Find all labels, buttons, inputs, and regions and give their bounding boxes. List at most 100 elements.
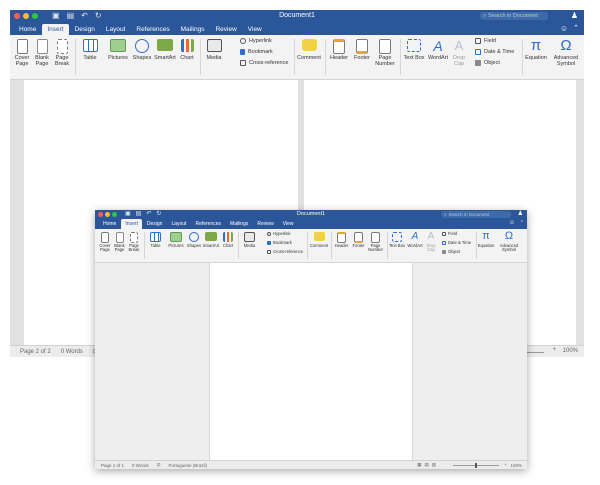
page-break-button[interactable]: Page Break bbox=[52, 39, 72, 68]
tab-home[interactable]: Home bbox=[14, 24, 41, 35]
tab-mailings[interactable]: Mailings bbox=[176, 24, 210, 35]
blank-page-button[interactable]: Blank Page bbox=[113, 232, 126, 253]
object-button[interactable]: Object bbox=[442, 249, 460, 254]
tab-view[interactable]: View bbox=[279, 219, 298, 229]
comment-icon bbox=[301, 39, 317, 51]
page-count[interactable]: Page 1 of 1 bbox=[101, 463, 124, 468]
cover-page-button[interactable]: Cover Page bbox=[12, 39, 32, 68]
zoom-in-icon[interactable]: + bbox=[504, 462, 507, 467]
object-button[interactable]: Object bbox=[475, 60, 500, 66]
equation-button[interactable]: π Equation bbox=[477, 231, 495, 248]
blank-page-button[interactable]: Blank Page bbox=[34, 39, 50, 68]
footer-button[interactable]: Footer bbox=[350, 232, 367, 248]
view-mode-icons[interactable]: ▦▤▥ bbox=[417, 462, 439, 468]
chart-icon bbox=[180, 39, 194, 52]
user-icon[interactable]: ♟ bbox=[571, 11, 578, 20]
smartart-button[interactable]: SmartArt bbox=[202, 232, 220, 248]
field-button[interactable]: Field bbox=[442, 231, 457, 236]
search-input[interactable]: ⌕ Search in Document bbox=[441, 211, 511, 218]
date-time-button[interactable]: Date & Time bbox=[442, 240, 471, 245]
hyperlink-button[interactable]: Hyperlink bbox=[240, 38, 272, 44]
collapse-ribbon-icon[interactable]: ⌃ bbox=[573, 24, 579, 32]
document-page[interactable] bbox=[209, 263, 413, 460]
page-count[interactable]: Page 2 of 2 bbox=[20, 349, 51, 355]
collapse-ribbon-icon[interactable]: ⌃ bbox=[520, 220, 524, 226]
page-number-button[interactable]: Page Number bbox=[367, 232, 384, 253]
table-button[interactable]: Table bbox=[80, 39, 100, 62]
ribbon-separator bbox=[522, 39, 523, 75]
ribbon-separator bbox=[325, 39, 326, 75]
equation-button[interactable]: π Equation bbox=[524, 38, 548, 62]
word-count[interactable]: 0 Words bbox=[132, 463, 149, 468]
settings-icon[interactable]: ☺ bbox=[560, 24, 568, 33]
wordart-button[interactable]: A WordArt bbox=[426, 39, 450, 62]
shapes-button[interactable]: Shapes bbox=[131, 39, 153, 62]
settings-icon[interactable]: ☺ bbox=[509, 220, 515, 226]
user-icon[interactable]: ♟ bbox=[518, 210, 523, 217]
hyperlink-icon bbox=[240, 38, 246, 44]
wordart-button[interactable]: A WordArt bbox=[406, 232, 424, 248]
bookmark-button[interactable]: Bookmark bbox=[240, 49, 273, 55]
wordart-icon: A bbox=[411, 231, 419, 242]
media-button[interactable]: Media bbox=[204, 39, 224, 62]
comment-button[interactable]: Comment bbox=[296, 39, 322, 62]
advanced-symbol-button[interactable]: Ω Advanced Symbol bbox=[496, 231, 522, 253]
tab-layout[interactable]: Layout bbox=[101, 24, 131, 35]
zoom-slider-thumb[interactable] bbox=[475, 463, 477, 468]
table-button[interactable]: Table bbox=[148, 232, 163, 248]
page-number-icon bbox=[379, 39, 391, 54]
header-button[interactable]: Header bbox=[328, 39, 350, 62]
tab-review[interactable]: Review bbox=[253, 219, 277, 229]
drop-cap-icon: A bbox=[427, 231, 435, 242]
tab-layout[interactable]: Layout bbox=[167, 219, 190, 229]
cover-page-icon bbox=[101, 232, 109, 243]
bookmark-button[interactable]: Bookmark bbox=[267, 240, 292, 245]
tab-mailings[interactable]: Mailings bbox=[226, 219, 252, 229]
tab-references[interactable]: References bbox=[191, 219, 225, 229]
word-count[interactable]: 0 Words bbox=[61, 349, 83, 355]
tab-review[interactable]: Review bbox=[210, 24, 241, 35]
header-button[interactable]: Header bbox=[333, 232, 350, 248]
omega-icon: Ω bbox=[504, 230, 514, 242]
comment-button[interactable]: Comment bbox=[309, 232, 329, 248]
text-box-button[interactable]: Text Box bbox=[388, 232, 406, 248]
page-number-button[interactable]: Page Number bbox=[374, 39, 396, 68]
pictures-button[interactable]: Pictures bbox=[106, 39, 130, 62]
chart-button[interactable]: Chart bbox=[221, 232, 235, 248]
proofing-icon[interactable]: ⊡ bbox=[157, 462, 161, 468]
cross-reference-button[interactable]: Cross-reference bbox=[240, 60, 288, 66]
shapes-button[interactable]: Shapes bbox=[186, 232, 202, 248]
zoom-in-icon[interactable]: + bbox=[552, 347, 556, 353]
smartart-button[interactable]: SmartArt bbox=[153, 39, 177, 62]
zoom-level[interactable]: 100% bbox=[510, 463, 522, 468]
page-break-button[interactable]: Page Break bbox=[127, 232, 141, 253]
hyperlink-icon bbox=[267, 231, 271, 236]
cover-page-button[interactable]: Cover Page bbox=[98, 232, 112, 253]
tab-view[interactable]: View bbox=[243, 24, 267, 35]
tab-insert[interactable]: Insert bbox=[42, 24, 69, 35]
pictures-button[interactable]: Pictures bbox=[167, 232, 185, 248]
drop-cap-button[interactable]: A Drop Cap bbox=[424, 232, 438, 253]
tab-references[interactable]: References bbox=[131, 24, 174, 35]
cross-reference-button[interactable]: Cross-reference bbox=[267, 249, 303, 254]
shapes-icon bbox=[189, 232, 199, 242]
calendar-icon bbox=[475, 49, 481, 55]
footer-button[interactable]: Footer bbox=[351, 39, 373, 62]
text-box-button[interactable]: Text Box bbox=[402, 39, 426, 62]
search-input[interactable]: ⌕ Search in Document bbox=[480, 12, 548, 20]
language-indicator[interactable]: Portuguese (Brazil) bbox=[169, 463, 208, 468]
tab-home[interactable]: Home bbox=[99, 219, 120, 229]
tab-design[interactable]: Design bbox=[70, 24, 100, 35]
hyperlink-button[interactable]: Hyperlink bbox=[267, 231, 290, 236]
advanced-symbol-button[interactable]: Ω Advanced Symbol bbox=[550, 38, 582, 68]
zoom-level[interactable]: 100% bbox=[563, 348, 578, 354]
media-button[interactable]: Media bbox=[242, 232, 257, 248]
chart-button[interactable]: Chart bbox=[178, 39, 196, 62]
tab-insert[interactable]: Insert bbox=[121, 219, 142, 229]
field-button[interactable]: Field bbox=[475, 38, 496, 44]
date-time-button[interactable]: Date & Time bbox=[475, 49, 514, 55]
title-bar: ▣ ▤ ↶ ↻ Document1 ⌕ Search in Document ♟ bbox=[10, 10, 584, 22]
drop-cap-button[interactable]: A Drop Cap bbox=[450, 39, 468, 68]
footer-icon bbox=[354, 232, 363, 243]
tab-design[interactable]: Design bbox=[143, 219, 167, 229]
